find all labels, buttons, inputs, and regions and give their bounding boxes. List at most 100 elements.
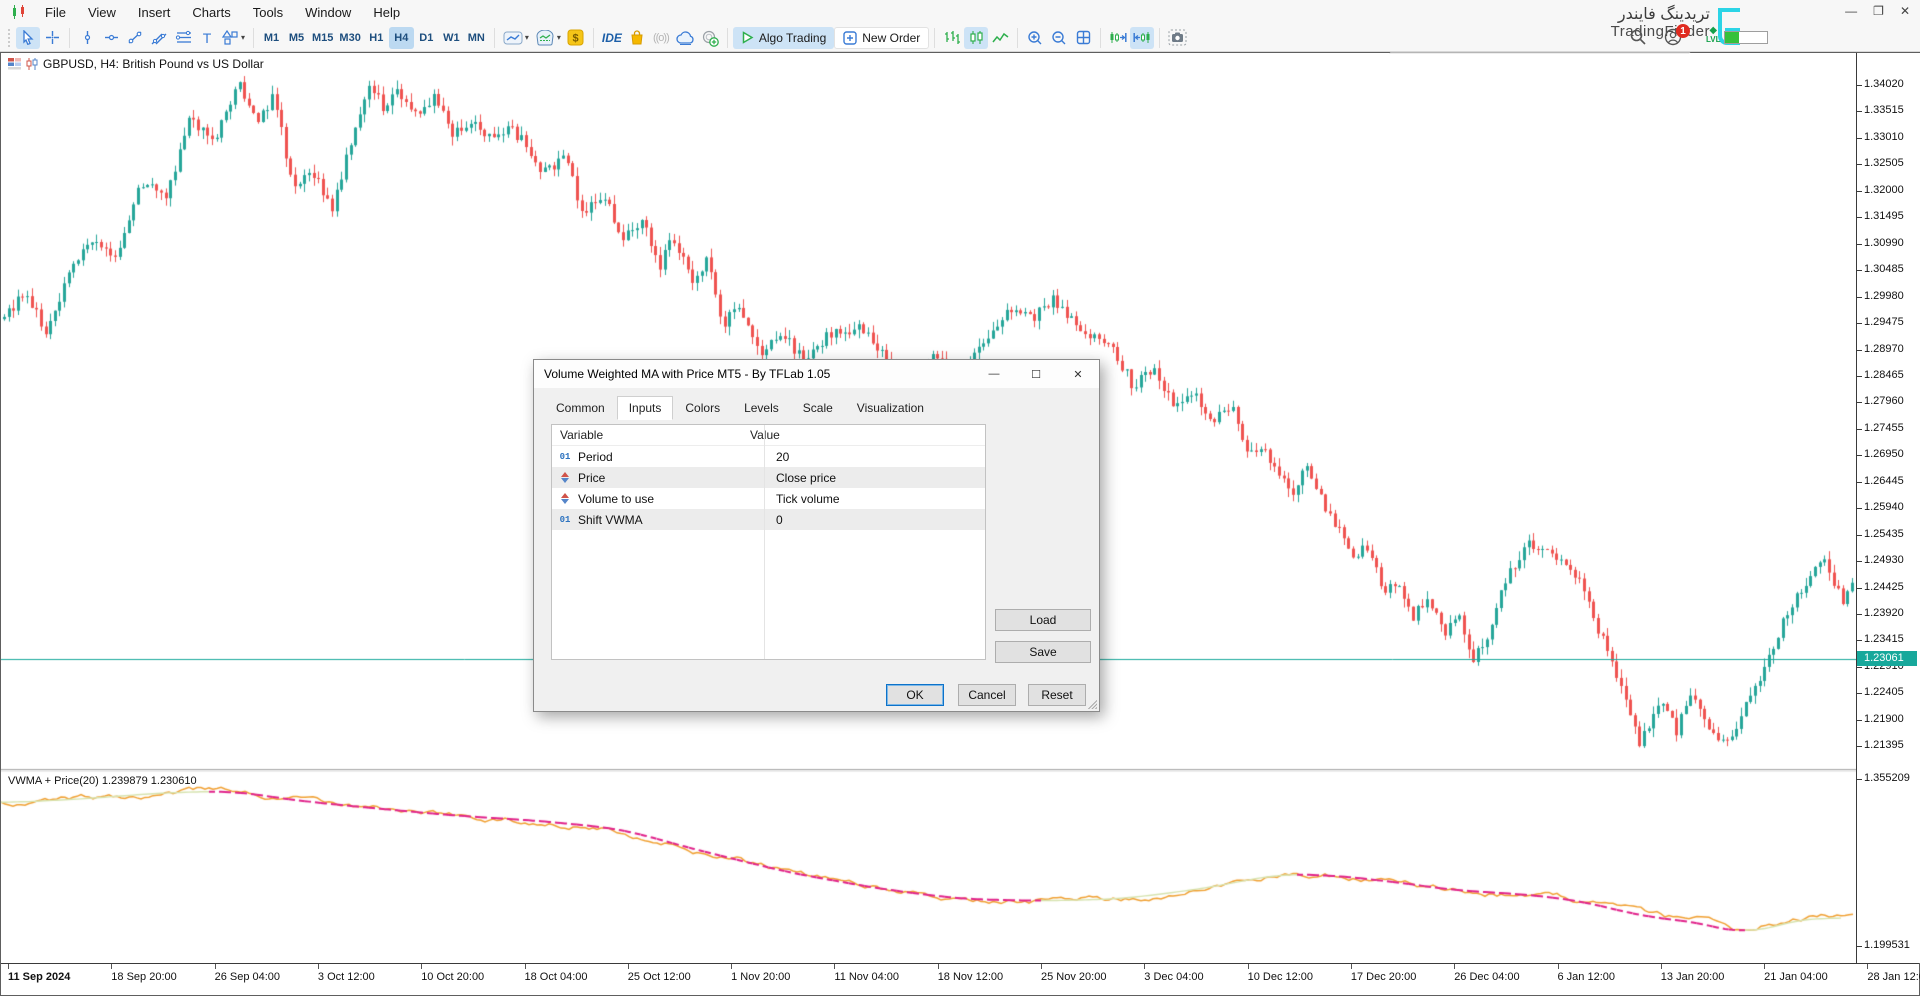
price-axis[interactable]: 1.23061 1.355209 1.199531 1.340201.33515… — [1856, 53, 1920, 963]
param-row-shift-vwma[interactable]: 01Shift VWMA0 — [552, 509, 985, 530]
signals-button[interactable]: ((o)) — [649, 27, 673, 49]
menu-view[interactable]: View — [77, 2, 127, 23]
chart-mode-dropdown-button[interactable]: ▾ — [500, 27, 532, 49]
window-minimize-button[interactable]: — — [1845, 4, 1857, 18]
bars-chart-button[interactable] — [940, 27, 964, 49]
timeframe-w1[interactable]: W1 — [439, 27, 464, 49]
trendline-tool-button[interactable] — [123, 27, 147, 49]
table-header-variable: Variable — [552, 428, 738, 442]
channel-tool-button[interactable] — [147, 27, 171, 49]
line-chart-button[interactable] — [988, 27, 1012, 49]
fibonacci-tool-button[interactable] — [171, 27, 195, 49]
ide-button[interactable]: IDE — [599, 27, 625, 49]
window-restore-button[interactable]: ❐ — [1873, 4, 1884, 18]
market-button[interactable] — [625, 27, 649, 49]
notification-badge[interactable]: 1 — [1676, 24, 1690, 38]
timeframe-m5[interactable]: M5 — [284, 27, 309, 49]
menu-window[interactable]: Window — [294, 2, 362, 23]
chevron-down-icon: ▾ — [525, 33, 529, 42]
dialog-maximize-button[interactable]: ☐ — [1015, 360, 1057, 388]
price-label: 1.33010 — [1864, 131, 1904, 143]
date-axis[interactable]: 11 Sep 202418 Sep 20:0026 Sep 04:003 Oct… — [1, 963, 1919, 995]
dialog-title-bar[interactable]: Volume Weighted MA with Price MT5 - By T… — [534, 360, 1099, 388]
param-value[interactable]: Close price — [764, 471, 985, 485]
price-label: 1.24930 — [1864, 554, 1904, 566]
horizontal-line-tool-button[interactable] — [99, 27, 123, 49]
price-label: 1.34020 — [1864, 78, 1904, 90]
tab-visualization[interactable]: Visualization — [845, 396, 936, 420]
cursor-tool-button[interactable] — [16, 27, 40, 49]
reset-button[interactable]: Reset — [1028, 684, 1086, 706]
toolbar-separator — [934, 28, 935, 48]
level-indicator[interactable]: ◆ LVL — [1706, 26, 1721, 44]
menu-charts[interactable]: Charts — [181, 2, 241, 23]
svg-text:$: $ — [573, 33, 579, 45]
menu-tools[interactable]: Tools — [242, 2, 294, 23]
toolbar-grip[interactable] — [8, 29, 12, 47]
dialog-minimize-button[interactable]: — — [973, 360, 1015, 388]
price-label: 1.29980 — [1864, 290, 1904, 302]
menu-file[interactable]: File — [34, 2, 77, 23]
chevron-down-icon: ▾ — [557, 33, 561, 42]
dialog-resize-grip[interactable] — [1086, 698, 1097, 709]
timeframe-m15[interactable]: M15 — [309, 27, 336, 49]
price-label: 1.21900 — [1864, 713, 1904, 725]
mt5-app-icon — [8, 2, 30, 22]
ok-button[interactable]: OK — [886, 684, 944, 706]
indicators-dropdown-button[interactable]: ▾ — [532, 27, 564, 49]
date-label: 11 Sep 2024 — [8, 971, 70, 983]
enum-param-icon — [552, 472, 578, 483]
timeframe-m30[interactable]: M30 — [336, 27, 363, 49]
menu-help[interactable]: Help — [362, 2, 411, 23]
zoom-out-button[interactable] — [1047, 27, 1071, 49]
save-button[interactable]: Save — [995, 641, 1091, 663]
auto-scroll-button[interactable] — [1130, 27, 1154, 49]
timeframe-mn[interactable]: MN — [464, 27, 489, 49]
vertical-line-tool-button[interactable] — [75, 27, 99, 49]
shapes-tool-button[interactable]: ▾ — [219, 27, 248, 49]
crosshair-tool-button[interactable] — [40, 27, 64, 49]
chart-shift-button[interactable] — [1106, 27, 1130, 49]
tab-scale[interactable]: Scale — [791, 396, 845, 420]
param-row-volume-to-use[interactable]: Volume to useTick volume — [552, 488, 985, 509]
menu-insert[interactable]: Insert — [127, 2, 182, 23]
tile-windows-button[interactable] — [1071, 27, 1095, 49]
new-order-button[interactable]: New Order — [834, 27, 929, 49]
param-row-price[interactable]: PriceClose price — [552, 467, 985, 488]
date-label: 18 Oct 04:00 — [525, 971, 588, 983]
timeframe-group: M1M5M15M30H1H4D1W1MN — [259, 27, 489, 49]
timeframe-m1[interactable]: M1 — [259, 27, 284, 49]
arrow-down-icon — [561, 499, 569, 504]
cancel-button[interactable]: Cancel — [958, 684, 1016, 706]
zoom-in-button[interactable] — [1023, 27, 1047, 49]
economic-calendar-button[interactable]: $ — [564, 27, 588, 49]
param-row-period[interactable]: 01Period20 — [552, 446, 985, 467]
screenshot-button[interactable] — [1165, 27, 1190, 49]
date-label: 25 Nov 20:00 — [1041, 971, 1106, 983]
date-label: 1 Nov 20:00 — [731, 971, 790, 983]
arrow-up-icon — [561, 472, 569, 477]
param-value[interactable]: 20 — [764, 450, 985, 464]
price-label: 1.23920 — [1864, 607, 1904, 619]
tab-colors[interactable]: Colors — [673, 396, 732, 420]
search-icon[interactable] — [1630, 29, 1646, 50]
load-button[interactable]: Load — [995, 609, 1091, 631]
vps-cloud-button[interactable] — [673, 27, 698, 49]
timeframe-d1[interactable]: D1 — [414, 27, 439, 49]
window-close-button[interactable]: ✕ — [1900, 4, 1910, 18]
candles-chart-button[interactable] — [964, 27, 988, 49]
tab-levels[interactable]: Levels — [732, 396, 791, 420]
community-button[interactable] — [698, 27, 722, 49]
timeframe-h1[interactable]: H1 — [364, 27, 389, 49]
depth-of-market-icon — [8, 58, 21, 70]
tab-inputs[interactable]: Inputs — [617, 396, 674, 420]
timeframe-h4[interactable]: H4 — [389, 27, 414, 49]
date-label: 11 Nov 04:00 — [834, 971, 899, 983]
algo-trading-button[interactable]: Algo Trading — [733, 27, 834, 49]
param-value[interactable]: Tick volume — [764, 492, 985, 506]
menu-items: FileViewInsertChartsToolsWindowHelp — [34, 2, 411, 23]
dialog-close-button[interactable]: ✕ — [1057, 360, 1099, 388]
text-tool-button[interactable]: T — [195, 27, 219, 49]
tab-common[interactable]: Common — [544, 396, 617, 420]
param-value[interactable]: 0 — [764, 513, 985, 527]
